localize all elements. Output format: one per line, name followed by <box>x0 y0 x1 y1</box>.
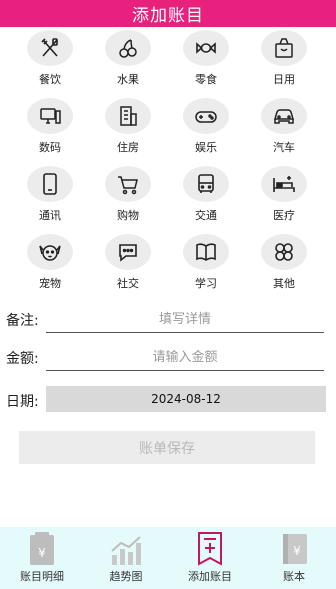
tab-label: 账本 <box>283 570 305 583</box>
category-label: 其他 <box>273 277 295 290</box>
category-social[interactable]: 社交 <box>98 234 158 298</box>
phone-icon <box>43 173 57 195</box>
note-input[interactable] <box>46 306 324 333</box>
category-study[interactable]: 学习 <box>176 234 236 298</box>
category-label: 学习 <box>195 277 217 290</box>
category-label: 汽车 <box>273 141 295 154</box>
add-bill-icon <box>198 532 222 566</box>
date-label: 日期: <box>6 394 39 410</box>
computer-icon <box>40 108 61 124</box>
category-label: 日用 <box>273 73 295 86</box>
bottom-nav: ¥ 账目明细 趋势图 添加账目 ¥ 账本 <box>0 527 336 589</box>
svg-text:¥: ¥ <box>293 544 301 558</box>
category-entertainment[interactable]: 娱乐 <box>176 98 236 162</box>
category-label: 交通 <box>195 209 217 222</box>
category-medical[interactable]: 医疗 <box>254 166 314 230</box>
category-label: 数码 <box>39 141 61 154</box>
tab-add-bill[interactable]: 添加账目 <box>168 527 252 589</box>
category-label: 医疗 <box>273 209 295 222</box>
note-row: 备注: <box>0 306 336 336</box>
category-label: 餐饮 <box>39 73 61 86</box>
category-label: 宠物 <box>39 277 61 290</box>
book-icon <box>196 243 216 261</box>
hospital-bed-icon <box>273 176 295 192</box>
cherry-icon <box>119 39 137 58</box>
clover-icon <box>275 243 293 261</box>
category-fruit[interactable]: 水果 <box>98 30 158 94</box>
building-icon <box>120 106 137 126</box>
date-row: 日期: 2024-08-12 <box>0 386 336 416</box>
category-shopping[interactable]: 购物 <box>98 166 158 230</box>
tab-trend[interactable]: 趋势图 <box>84 527 168 589</box>
trend-chart-icon <box>111 536 141 565</box>
category-label: 水果 <box>117 73 139 86</box>
category-dining[interactable]: 餐饮 <box>20 30 80 94</box>
car-icon <box>274 109 294 124</box>
ledger-icon: ¥ <box>30 532 54 565</box>
tab-ledger[interactable]: ¥ 账目明细 <box>0 527 84 589</box>
candy-icon <box>196 42 216 54</box>
tab-label: 账目明细 <box>20 570 64 583</box>
category-telecom[interactable]: 通讯 <box>20 166 80 230</box>
category-daily[interactable]: 日用 <box>254 30 314 94</box>
chat-icon <box>119 244 137 262</box>
category-label: 零食 <box>195 73 217 86</box>
shopping-bag-icon <box>275 38 293 58</box>
category-housing[interactable]: 住房 <box>98 98 158 162</box>
tab-label: 趋势图 <box>109 570 143 583</box>
category-digital[interactable]: 数码 <box>20 98 80 162</box>
category-other[interactable]: 其他 <box>254 234 314 298</box>
category-car[interactable]: 汽车 <box>254 98 314 162</box>
gamepad-icon <box>195 111 217 123</box>
category-label: 购物 <box>117 209 139 222</box>
dog-icon <box>39 245 61 261</box>
note-label: 备注: <box>6 313 39 329</box>
page-title: 添加账目 <box>132 6 204 26</box>
category-label: 社交 <box>117 277 139 290</box>
account-book-icon: ¥ <box>283 534 307 564</box>
date-picker[interactable]: 2024-08-12 <box>46 386 326 412</box>
tab-label: 添加账目 <box>188 570 232 583</box>
amount-input[interactable] <box>46 344 324 371</box>
bus-icon <box>198 174 214 193</box>
category-label: 通讯 <box>39 209 61 222</box>
utensils-icon <box>41 38 58 57</box>
category-snacks[interactable]: 零食 <box>176 30 236 94</box>
svg-text:¥: ¥ <box>38 546 46 560</box>
title-bar: 添加账目 <box>0 0 336 27</box>
category-label: 娱乐 <box>195 141 217 154</box>
category-transport[interactable]: 交通 <box>176 166 236 230</box>
save-button[interactable]: 账单保存 <box>19 431 315 464</box>
tab-account-book[interactable]: ¥ 账本 <box>252 527 336 589</box>
category-pet[interactable]: 宠物 <box>20 234 80 298</box>
cart-icon <box>118 176 138 195</box>
category-label: 住房 <box>117 141 139 154</box>
amount-label: 金额: <box>6 351 39 367</box>
amount-row: 金额: <box>0 344 336 374</box>
